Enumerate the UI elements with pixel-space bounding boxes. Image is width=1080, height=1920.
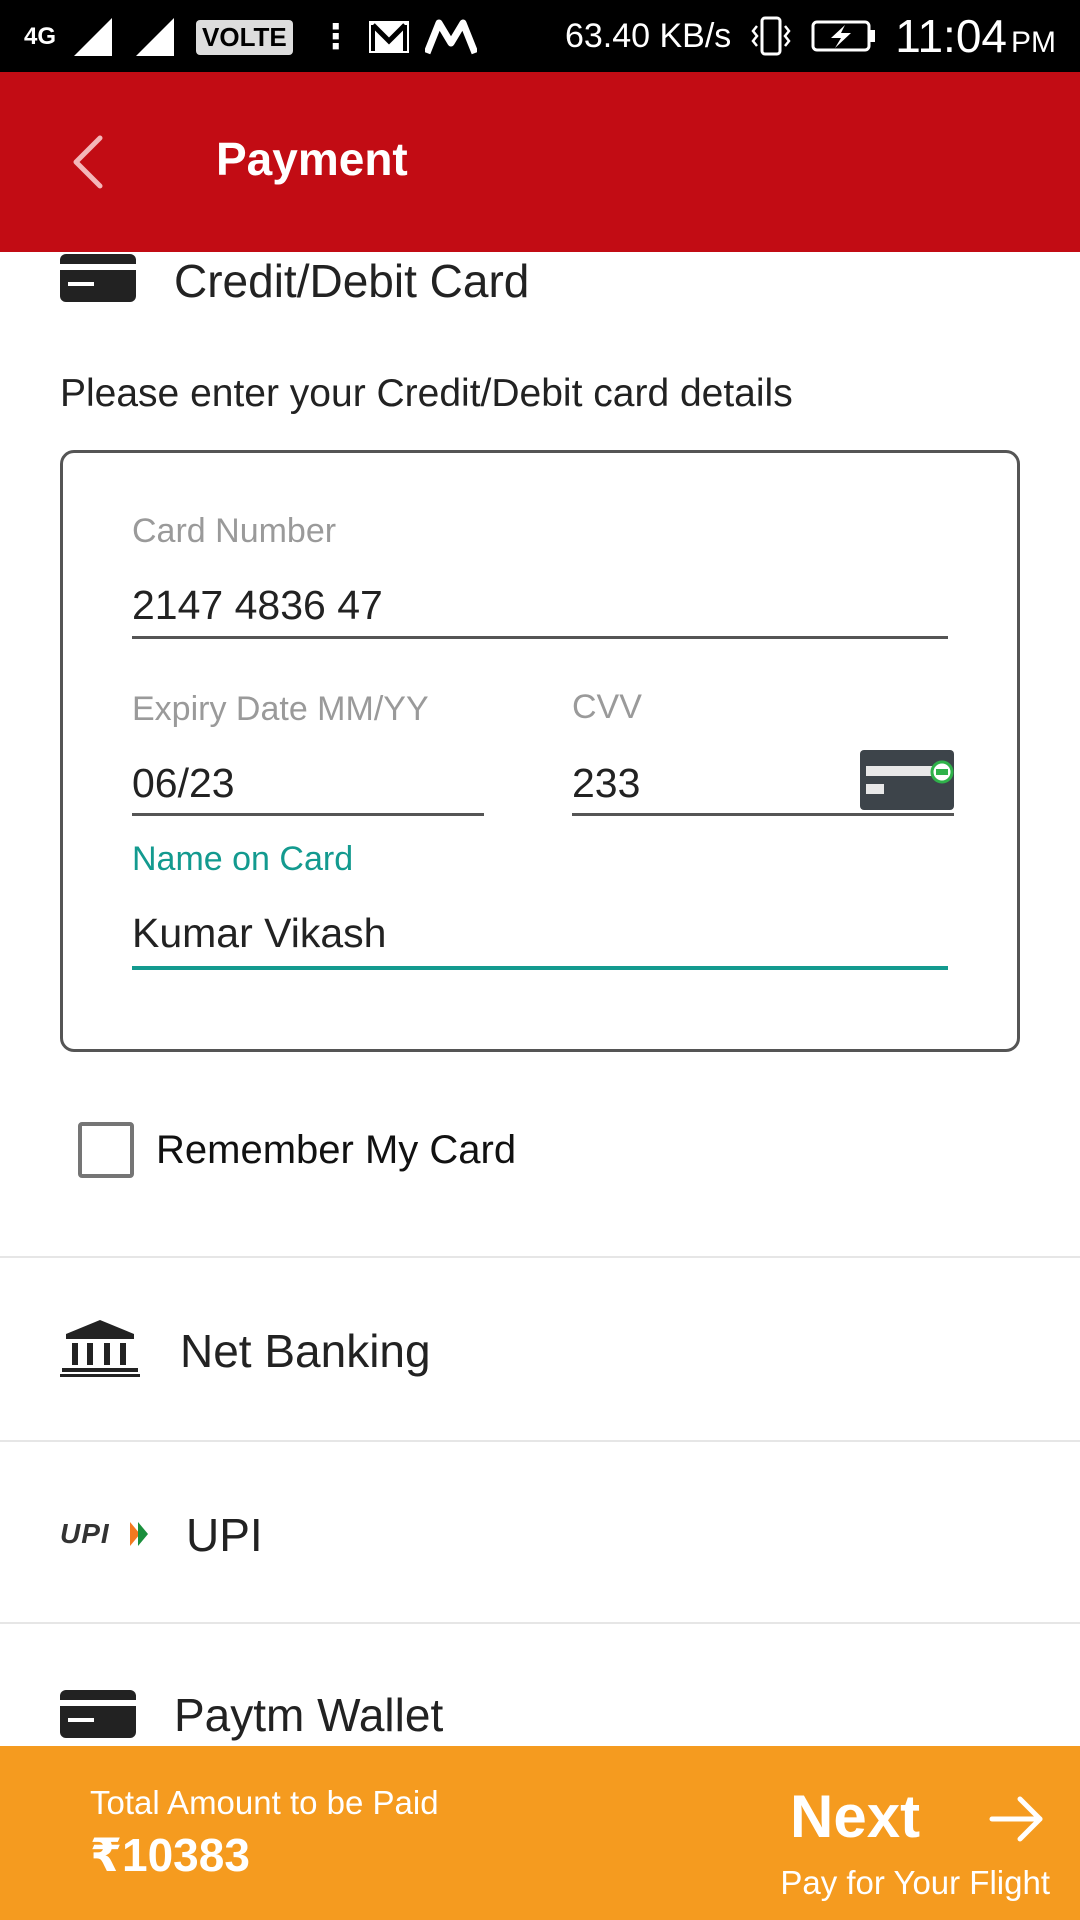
cvv-underline [572, 813, 954, 816]
payment-option-label: Credit/Debit Card [174, 255, 530, 307]
remember-card-checkbox[interactable] [78, 1122, 134, 1178]
volte-badge: VOLTE [196, 19, 293, 55]
total-amount-value: ₹10383 [90, 1829, 250, 1881]
myntra-icon [424, 19, 477, 55]
next-button-label: Next [790, 1783, 921, 1850]
back-button[interactable] [52, 124, 124, 200]
remember-card-label: Remember My Card [156, 1127, 517, 1172]
battery-charging-icon [811, 20, 876, 52]
expiry-input[interactable]: 06/23 [132, 760, 235, 807]
card-icon [60, 1690, 136, 1738]
chevron-left-icon [73, 135, 103, 189]
footer-bar: Total Amount to be Paid ₹10383 Next Pay … [0, 1746, 1080, 1920]
arrow-right-icon [989, 1796, 1043, 1842]
clock-ampm: PM [1011, 26, 1056, 59]
card-number-label: Card Number [132, 512, 337, 550]
clock: 11:04 PM [895, 9, 1056, 63]
card-icon [60, 254, 136, 302]
next-button[interactable]: Next Pay for Your Flight [720, 1746, 1080, 1920]
gmail-icon [368, 21, 409, 53]
clock-time: 11:04 [895, 10, 1007, 62]
network-speed: 63.40 KB/s [564, 16, 732, 55]
name-on-card-input[interactable]: Kumar Vikash [132, 910, 386, 957]
payment-option-label: Net Banking [180, 1325, 431, 1377]
signal-icon [134, 16, 182, 58]
app-bar: Payment [0, 72, 1080, 252]
name-underline [132, 966, 948, 970]
remember-card-row[interactable]: Remember My Card [78, 1120, 516, 1180]
name-label: Name on Card [132, 840, 354, 878]
next-button-subtitle: Pay for Your Flight [780, 1864, 1050, 1901]
cvv-input[interactable]: 233 [572, 760, 640, 807]
vibrate-icon [751, 16, 791, 56]
page-title: Payment [216, 133, 408, 185]
payment-option-upi[interactable]: UPI UPI [0, 1442, 1080, 1622]
card-number-input[interactable]: 2147 4836 47 [132, 582, 383, 629]
payment-option-net-banking[interactable]: Net Banking [0, 1258, 1080, 1438]
payment-option-label: Paytm Wallet [174, 1689, 444, 1741]
expiry-label: Expiry Date MM/YY [132, 690, 429, 728]
payment-option-label: UPI [186, 1509, 263, 1561]
card-number-underline [132, 636, 948, 639]
bank-icon [60, 1320, 140, 1377]
signal-icon [72, 16, 120, 58]
payment-option-paytm-wallet[interactable]: Paytm Wallet [0, 1624, 1080, 1746]
card-instruction: Please enter your Credit/Debit card deta… [60, 372, 793, 415]
more-icon: ⋮ [318, 18, 353, 56]
cvv-card-icon [860, 750, 954, 810]
total-amount-label: Total Amount to be Paid [90, 1784, 439, 1821]
status-bar: 4G VOLTE ⋮ 63.40 KB/s 11:04 PM [0, 0, 1080, 72]
network-type: 4G [23, 23, 56, 50]
upi-icon: UPI [60, 1518, 148, 1549]
expiry-underline [132, 813, 484, 816]
payment-option-card[interactable]: Credit/Debit Card [0, 252, 1080, 316]
cvv-label: CVV [572, 688, 642, 726]
svg-text:UPI: UPI [60, 1518, 110, 1549]
